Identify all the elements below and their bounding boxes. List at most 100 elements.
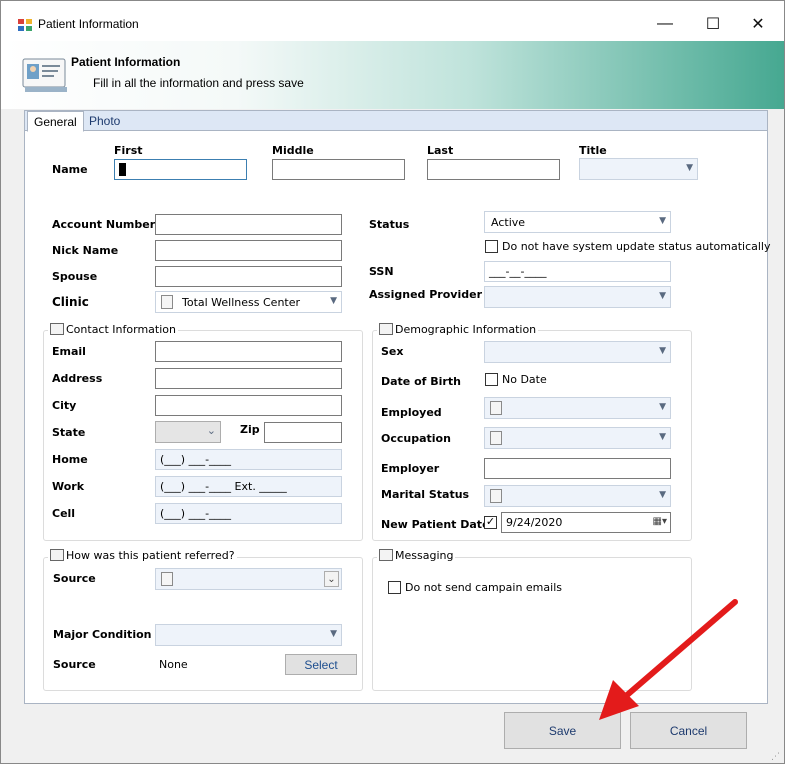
patient-information-window: Patient Information — ☐ ✕ Patient Inform… (0, 0, 785, 764)
document-icon (490, 489, 502, 503)
title-select[interactable]: ▼ (579, 158, 698, 180)
cell-label: Cell (52, 507, 76, 520)
employed-label: Employed (381, 406, 442, 419)
chevron-down-icon: ▼ (330, 629, 337, 639)
banner-title: Patient Information (71, 55, 181, 69)
employed-select[interactable]: ▼ (484, 397, 671, 419)
cell-phone-input[interactable]: (___) ___-____ (155, 503, 342, 524)
source-select[interactable]: ⌄ (155, 568, 342, 590)
address-label: Address (52, 372, 103, 385)
city-input[interactable] (155, 395, 342, 416)
new-patient-date-checkbox[interactable]: ✓ (484, 516, 497, 529)
spouse-input[interactable] (155, 266, 342, 287)
dob-label: Date of Birth (381, 375, 461, 388)
occupation-label: Occupation (381, 432, 451, 445)
minimize-button[interactable]: — (643, 9, 687, 39)
ssn-input[interactable]: ___-__-____ (484, 261, 671, 282)
no-date-checkbox[interactable] (485, 373, 498, 386)
chevron-down-icon: ▼ (659, 291, 666, 301)
demographic-group-title: Demographic Information (377, 323, 539, 336)
chevron-down-icon: ▼ (330, 296, 337, 306)
no-auto-update-checkbox[interactable] (485, 240, 498, 253)
employer-label: Employer (381, 462, 440, 475)
new-patient-date-label: New Patient Date (381, 518, 490, 531)
clinic-select[interactable]: Total Wellness Center ▼ (155, 291, 342, 313)
document-icon (490, 401, 502, 415)
email-input[interactable] (155, 341, 342, 362)
state-select[interactable]: ⌄ (155, 421, 221, 443)
account-number-label: Account Number (52, 218, 156, 231)
zip-label: Zip (240, 423, 260, 436)
window-title: Patient Information (38, 17, 139, 31)
title-bar: Patient Information — ☐ ✕ (1, 1, 784, 41)
state-label: State (52, 426, 86, 439)
nick-name-label: Nick Name (52, 244, 119, 257)
marital-status-select[interactable]: ▼ (484, 485, 671, 507)
maximize-icon: ☐ (705, 16, 721, 33)
middle-label: Middle (272, 144, 314, 157)
middle-name-input[interactable] (272, 159, 405, 180)
chevron-down-icon: ▼ (659, 432, 666, 442)
document-icon (490, 431, 502, 445)
no-date-label: No Date (502, 373, 547, 386)
address-input[interactable] (155, 368, 342, 389)
work-label: Work (52, 480, 85, 493)
close-icon: ✕ (751, 16, 765, 33)
chevron-down-icon: ▼ (659, 402, 666, 412)
home-label: Home (52, 453, 88, 466)
assigned-provider-select[interactable]: ▼ (484, 286, 671, 308)
status-select[interactable]: Active ▼ (484, 211, 671, 233)
nick-name-input[interactable] (155, 240, 342, 261)
status-label: Status (369, 218, 410, 231)
email-label: Email (52, 345, 86, 358)
first-label: First (114, 144, 143, 157)
calendar-icon[interactable]: ▦▾ (653, 516, 667, 527)
clinic-label: Clinic (52, 295, 89, 309)
select-button[interactable]: Select (285, 654, 357, 675)
city-label: City (52, 399, 77, 412)
chevron-down-icon: ⌄ (206, 424, 216, 437)
red-arrow-annotation (599, 599, 738, 720)
account-number-input[interactable] (155, 214, 342, 235)
major-condition-label: Major Condition (53, 628, 152, 641)
work-phone-input[interactable]: (___) ___-____ Ext. _____ (155, 476, 342, 497)
contact-card-icon (50, 323, 64, 335)
text-cursor (119, 163, 126, 176)
new-patient-date-picker[interactable]: 9/24/2020 ▦▾ (501, 512, 671, 533)
chevron-down-icon: ▼ (686, 163, 693, 173)
close-button[interactable]: ✕ (736, 9, 780, 39)
major-condition-select[interactable]: ▼ (155, 624, 342, 646)
spouse-label: Spouse (52, 270, 98, 283)
assigned-provider-label: Assigned Provider (369, 288, 482, 301)
sex-label: Sex (381, 345, 404, 358)
no-campaign-checkbox[interactable] (388, 581, 401, 594)
header-banner: Patient Information Fill in all the info… (1, 41, 784, 109)
no-auto-update-label: Do not have system update status automat… (502, 240, 771, 253)
employer-input[interactable] (484, 458, 671, 479)
referral-group-title: How was this patient referred? (48, 549, 237, 562)
document-icon (161, 572, 173, 586)
demographic-card-icon (379, 323, 393, 335)
source-result-label: Source (53, 658, 96, 671)
marital-status-label: Marital Status (381, 488, 470, 501)
ssn-label: SSN (369, 265, 394, 278)
last-name-input[interactable] (427, 159, 560, 180)
sex-select[interactable]: ▼ (484, 341, 671, 363)
messaging-card-icon (379, 549, 393, 561)
zip-input[interactable] (264, 422, 342, 443)
maximize-button[interactable]: ☐ (691, 9, 735, 39)
first-name-input[interactable] (114, 159, 247, 180)
tab-strip: General Photo (25, 111, 767, 132)
home-phone-input[interactable]: (___) ___-____ (155, 449, 342, 470)
tab-photo[interactable]: Photo (83, 111, 126, 131)
no-campaign-label: Do not send campain emails (405, 581, 562, 594)
last-label: Last (427, 144, 454, 157)
tab-general[interactable]: General (27, 111, 84, 132)
app-icon (18, 19, 32, 31)
patient-card-icon (22, 58, 67, 92)
source-result-value: None (159, 658, 188, 671)
resize-grip-icon[interactable]: ⋰ (771, 751, 780, 762)
chevron-down-icon: ⌄ (324, 571, 339, 587)
occupation-select[interactable]: ▼ (484, 427, 671, 449)
minimize-icon: — (657, 15, 673, 32)
